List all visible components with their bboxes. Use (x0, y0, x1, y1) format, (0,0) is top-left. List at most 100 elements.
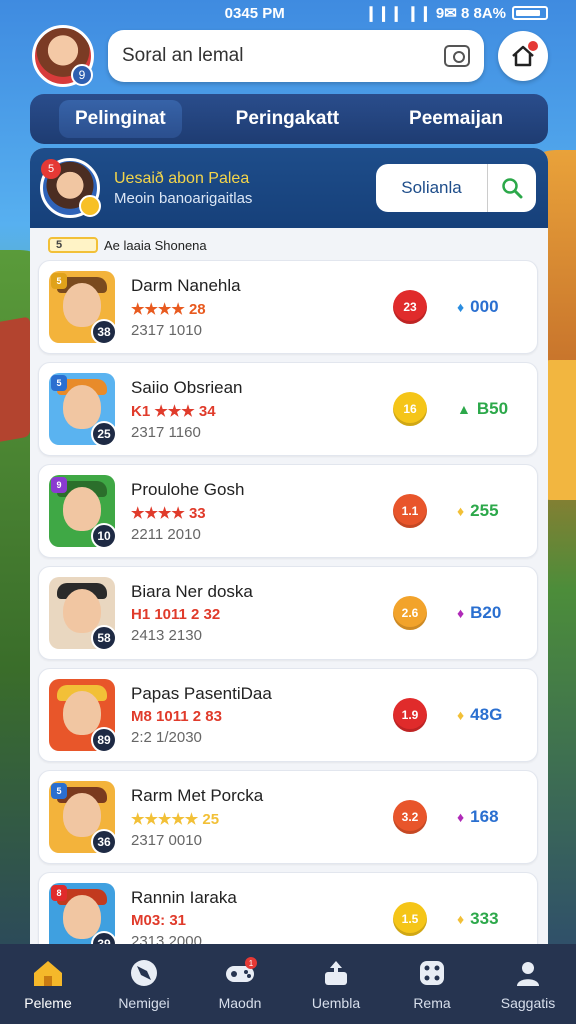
nav-item-upload[interactable]: Uembla (291, 957, 381, 1011)
home-button[interactable] (498, 31, 548, 81)
game-name: Biara Ner doska (131, 582, 253, 601)
panel-search-button[interactable]: Solianla (376, 164, 536, 212)
search-input[interactable] (122, 45, 444, 67)
signal-indicators: ❙❙❙ ❙❙ 9✉ 8 8A% (364, 5, 506, 22)
game-thumbnail[interactable]: 8 39 (49, 883, 117, 948)
game-timestamp: 2413 2130 (131, 627, 202, 644)
search-icon[interactable] (488, 164, 536, 212)
panel-avatar[interactable]: 5 (40, 158, 101, 218)
points-value: 255 (470, 501, 499, 520)
points-icon: ♦ (457, 299, 465, 315)
game-card[interactable]: 89 Papas PasentiDaa M8 1011 2 83 2:2 1/2… (38, 668, 538, 762)
nav-label: Rema (413, 995, 451, 1011)
game-points: ♦ 168 (457, 807, 527, 827)
home-icon (31, 957, 65, 989)
game-score-badge: 3.2 (393, 800, 427, 834)
nav-item-home[interactable]: Peleme (3, 957, 93, 1011)
game-timestamp: 2317 1010 (131, 321, 202, 339)
game-card[interactable]: 58 Biara Ner doska H1 1011 2 32 2413 213… (38, 566, 538, 660)
panel-search-label: Solianla (401, 178, 462, 197)
game-card[interactable]: 9 10 Proulohe Gosh ★★★★ 33 2211 2010 1.1… (38, 464, 538, 558)
game-timestamp: 2:2 1/2030 (131, 729, 202, 746)
game-points: ▲ B50 (457, 399, 527, 419)
game-rating: M03: 31 (131, 912, 187, 929)
game-info: Papas PasentiDaa M8 1011 2 83 2:2 1/2030 (131, 684, 393, 746)
profile-icon (511, 957, 545, 989)
game-thumbnail[interactable]: 5 25 (49, 373, 117, 447)
game-name: Rannin Iaraka (131, 888, 237, 907)
points-value: B50 (476, 399, 509, 418)
character-face (63, 589, 101, 633)
game-level-badge: 36 (91, 829, 117, 855)
points-icon: ♦ (457, 503, 465, 519)
points-value: 333 (470, 909, 499, 928)
points-value: 48G (470, 705, 503, 724)
tab-peemaijan[interactable]: Peemaijan (393, 100, 519, 138)
nav-label: Uembla (311, 995, 361, 1011)
panel-subtitle: Meoin banoarigaitlas (114, 189, 253, 207)
nav-label: Peleme (24, 995, 72, 1011)
game-list: 5 38 Darm Nanehla ★★★★ 28 2317 1010 23 ♦… (30, 256, 548, 948)
nav-item-compass[interactable]: Nemigei (99, 957, 189, 1011)
game-score-badge: 2.6 (393, 596, 427, 630)
game-timestamp: 2211 2010 (131, 525, 201, 543)
nav-item-gamepad[interactable]: 1 Maodn (195, 957, 285, 1011)
section-badge: 5 (48, 237, 98, 253)
game-thumbnail[interactable]: 9 10 (49, 475, 117, 549)
search-bar[interactable] (108, 30, 484, 82)
game-name: Darm Nanehla (131, 275, 241, 295)
nav-item-dice[interactable]: Rema (387, 957, 477, 1011)
camera-icon[interactable] (444, 45, 470, 67)
game-level-badge: 38 (91, 319, 117, 345)
game-score-badge: 16 (393, 392, 427, 426)
tab-peringakatt[interactable]: Peringakatt (220, 100, 355, 138)
status-time: 0345 PM (224, 4, 285, 22)
user-avatar[interactable]: 9 (32, 25, 94, 87)
panel-text: Uesaið abon Palea Meoin banoarigaitlas (114, 170, 252, 207)
panel-title: Uesaið abon Palea (114, 169, 250, 187)
nav-item-profile[interactable]: Saggatis (483, 957, 573, 1011)
game-rating: ★★★★★ 25 (131, 810, 220, 828)
character-face (63, 895, 101, 939)
game-info: Proulohe Gosh ★★★★ 33 2211 2010 (131, 480, 393, 543)
nav-label: Maodn (218, 995, 262, 1011)
game-points: ♦ B20 (457, 603, 527, 623)
points-value: 168 (470, 807, 499, 826)
avatar-level-badge: 9 (71, 64, 93, 86)
game-card[interactable]: 5 36 Rarm Met Porcka ★★★★★ 25 2317 0010 … (38, 770, 538, 864)
game-score-badge: 1.5 (393, 902, 427, 936)
upload-icon (319, 957, 353, 989)
game-score-badge: 1.9 (393, 698, 427, 732)
game-points: ♦ 000 (457, 297, 527, 317)
game-rating: ★★★★ 33 (131, 504, 206, 522)
game-thumbnail[interactable]: 58 (49, 577, 117, 651)
thumbnail-corner-badge: 9 (51, 477, 67, 493)
thumbnail-corner-badge: 5 (51, 783, 67, 799)
status-bar: 0345 PM ❙❙❙ ❙❙ 9✉ 8 8A% (0, 0, 576, 26)
points-icon: ♦ (457, 605, 465, 621)
game-info: Darm Nanehla ★★★★ 28 2317 1010 (131, 276, 393, 339)
character-face (63, 385, 101, 429)
tab-bar: Pelinginat Peringakatt Peemaijan (30, 94, 548, 144)
game-score-badge: 1.1 (393, 494, 427, 528)
character-face (63, 487, 101, 531)
game-thumbnail[interactable]: 5 36 (49, 781, 117, 855)
thumbnail-corner-badge: 5 (51, 273, 67, 289)
character-face (63, 793, 101, 837)
game-level-badge: 25 (91, 421, 117, 447)
game-rating: ★★★★ 28 (131, 300, 206, 318)
nav-label: Nemigei (118, 995, 170, 1011)
game-thumbnail[interactable]: 5 38 (49, 271, 117, 345)
game-card[interactable]: 5 38 Darm Nanehla ★★★★ 28 2317 1010 23 ♦… (38, 260, 538, 354)
game-info: Saiio Obsriean K1 ★★★ 34 2317 1160 (131, 378, 393, 441)
game-rating: H1 1011 2 32 (131, 606, 221, 623)
game-card[interactable]: 5 25 Saiio Obsriean K1 ★★★ 34 2317 1160 … (38, 362, 538, 456)
game-info: Biara Ner doska H1 1011 2 32 2413 2130 (131, 582, 393, 644)
game-rating: K1 ★★★ 34 (131, 402, 216, 420)
character-face (63, 691, 101, 735)
points-icon: ♦ (457, 911, 465, 927)
tab-pelinginat[interactable]: Pelinginat (58, 100, 182, 138)
game-thumbnail[interactable]: 89 (49, 679, 117, 753)
game-score-badge: 23 (393, 290, 427, 324)
game-card[interactable]: 8 39 Rannin Iaraka M03: 31 2313 2000 1.5… (38, 872, 538, 948)
